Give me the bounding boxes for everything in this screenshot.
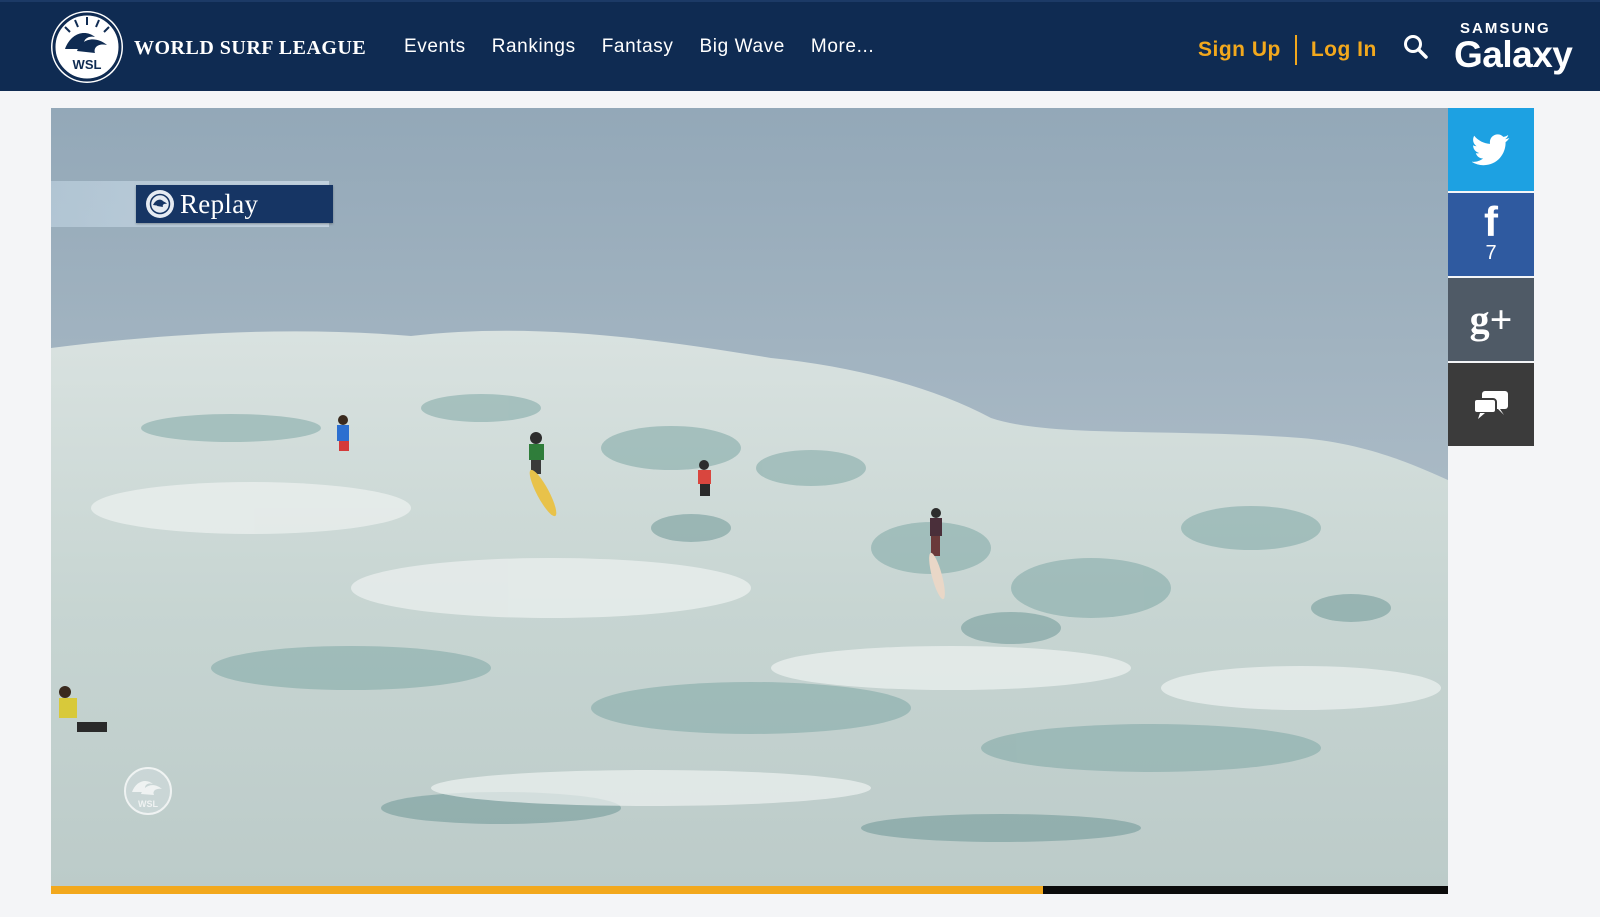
comments-button[interactable] [1448, 363, 1534, 446]
replay-label: Replay [180, 188, 259, 219]
facebook-icon: f [1484, 198, 1498, 245]
facebook-share-count: 7 [1485, 242, 1497, 264]
share-column: f 7 g+ [1448, 108, 1534, 448]
wsl-logo-icon: WSL [52, 12, 122, 82]
wsl-logo[interactable]: WSL [51, 11, 123, 83]
video-progress-fill [51, 886, 1043, 894]
video-progress-bar[interactable] [51, 886, 1448, 894]
brand-name[interactable]: WORLD SURF LEAGUE [134, 37, 366, 60]
nav-fantasy[interactable]: Fantasy [602, 36, 674, 58]
twitter-icon [1472, 133, 1510, 165]
search-icon[interactable] [1403, 34, 1429, 60]
wsl-watermark-icon: WSL [124, 767, 172, 815]
video-player[interactable]: Replay WSL [51, 108, 1448, 886]
replay-badge: Replay [136, 185, 333, 223]
wsl-logo-text: WSL [73, 57, 102, 72]
facebook-share-button[interactable]: f 7 [1448, 193, 1534, 276]
googleplus-icon: g+ [1469, 297, 1513, 342]
watermark-text: WSL [138, 799, 158, 809]
twitter-share-button[interactable] [1448, 108, 1534, 191]
sponsor-main-text: Galaxy [1454, 34, 1573, 75]
auth-links: Sign Up Log In [1198, 35, 1377, 65]
comment-icon [1473, 390, 1508, 419]
nav-rankings[interactable]: Rankings [492, 36, 576, 58]
log-in-link[interactable]: Log In [1311, 38, 1377, 62]
nav-big-wave[interactable]: Big Wave [700, 36, 785, 58]
site-header: WSL WORLD SURF LEAGUE Events Rankings Fa… [0, 0, 1600, 91]
replay-wsl-icon [146, 190, 174, 218]
main-nav: Events Rankings Fantasy Big Wave More... [404, 36, 900, 58]
nav-more[interactable]: More... [811, 36, 874, 58]
nav-events[interactable]: Events [404, 36, 466, 58]
googleplus-share-button[interactable]: g+ [1448, 278, 1534, 361]
sponsor-logo[interactable]: SAMSUNG Galaxy [1454, 20, 1573, 76]
sign-up-link[interactable]: Sign Up [1198, 38, 1281, 62]
auth-divider [1294, 35, 1297, 65]
